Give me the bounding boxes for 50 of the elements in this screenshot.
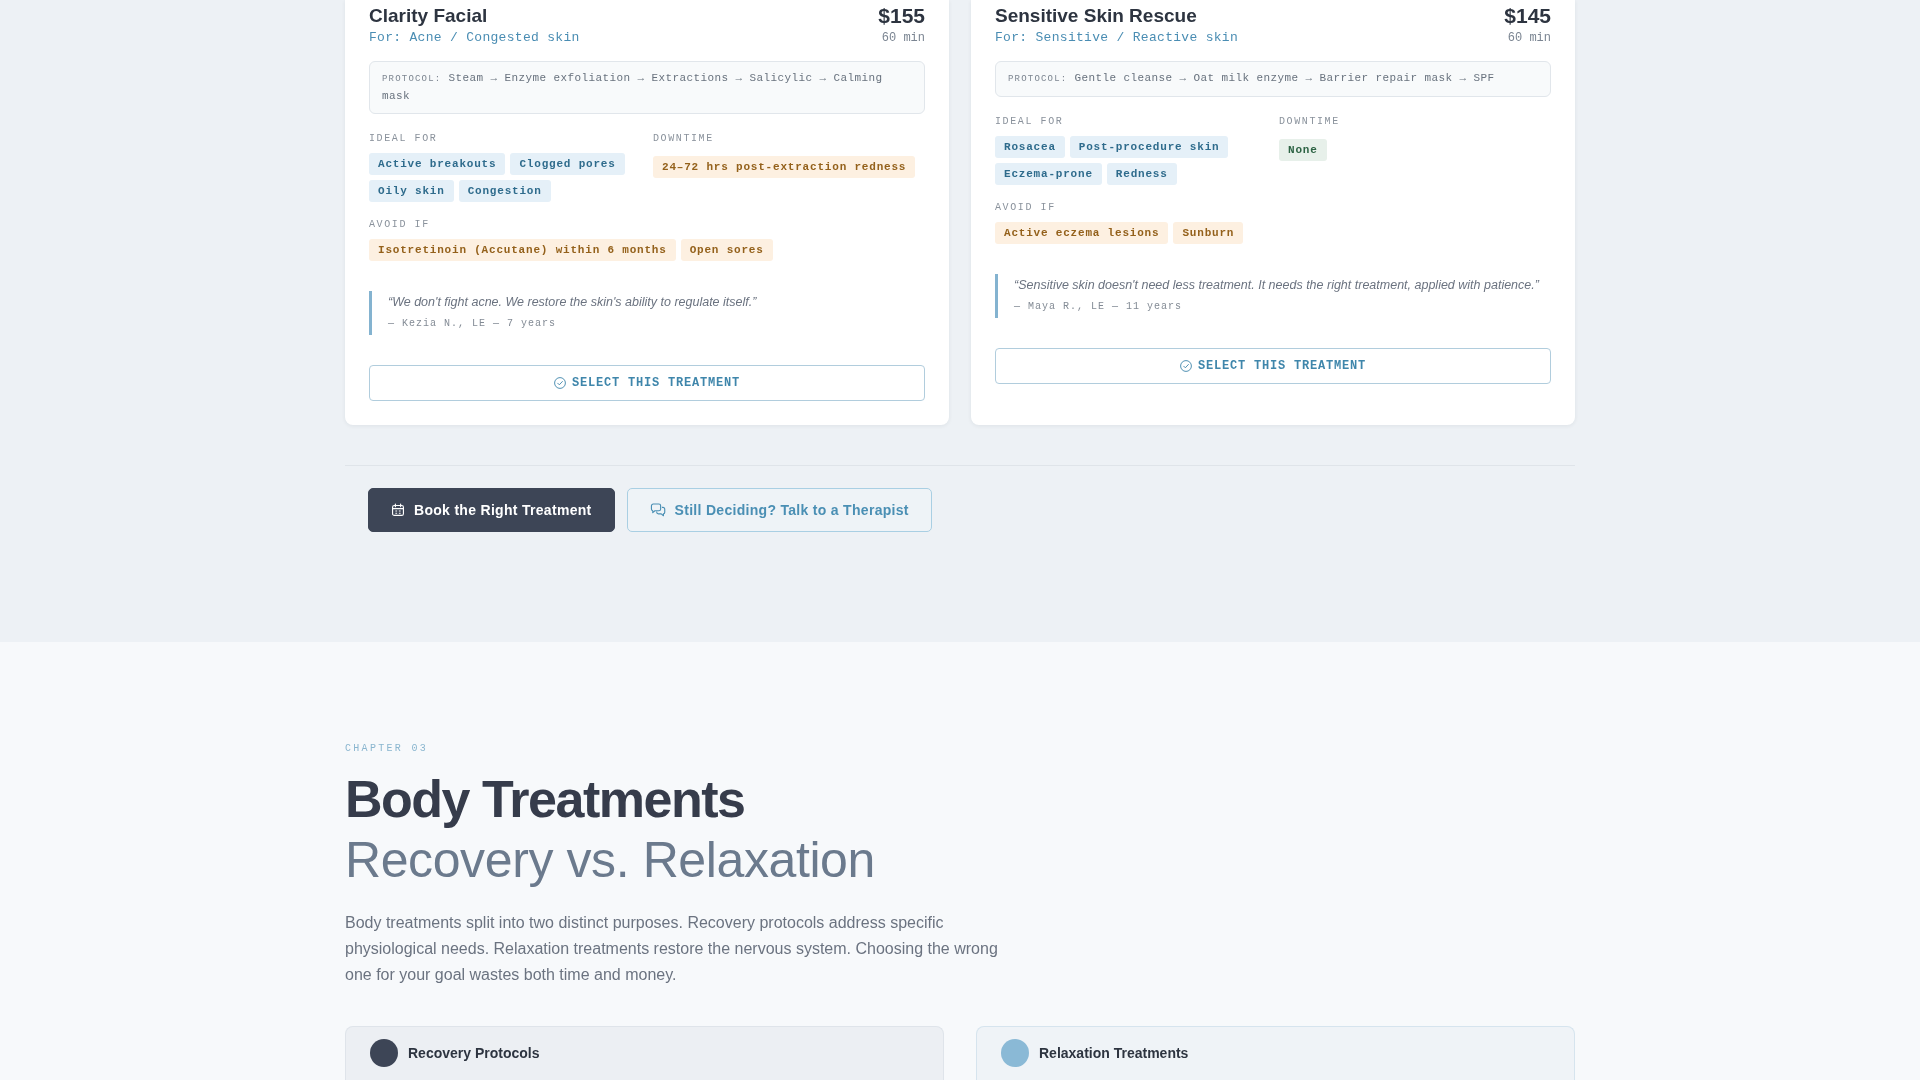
- condition-tag: Eczema-prone: [995, 163, 1102, 185]
- check-circle-icon: [554, 377, 566, 389]
- condition-tag: Post-procedure skin: [1069, 136, 1229, 158]
- target-skin-text: For: Sensitive / Reactive skin: [995, 29, 1239, 47]
- select-treatment-button[interactable]: SELECT THIS TREATMENT: [369, 365, 925, 401]
- price-text: $145: [1504, 4, 1551, 28]
- quote-author: — Maya R., LE — 11 years: [1014, 300, 1184, 314]
- downtime-tag: None: [1279, 139, 1327, 161]
- treatment-title: Clarity Facial: [369, 4, 489, 28]
- select-treatment-button[interactable]: SELECT THIS TREATMENT: [995, 348, 1551, 384]
- section-label: AVOID IF: [369, 218, 431, 231]
- downtime-tag: 24–72 hrs post-extraction redness: [653, 156, 916, 178]
- condition-tag: Active breakouts: [369, 153, 506, 175]
- treatment-title: Sensitive Skin Rescue: [995, 4, 1198, 28]
- contraindication-tag: Isotretinoin (Accutane) within 6 months: [369, 239, 676, 261]
- section-label: IDEAL FOR: [369, 132, 439, 145]
- quote-text: “We don't fight acne. We restore the skin's ability to regulate itself.”: [388, 294, 758, 311]
- chapter-subtitle: Recovery vs. Relaxation: [345, 831, 876, 890]
- book-button[interactable]: Book the Right Treatment: [368, 488, 615, 532]
- condition-tag: Redness: [1106, 163, 1177, 185]
- condition-tag: Rosacea: [995, 136, 1065, 158]
- intro-paragraph: Body treatments split into two distinct purposes. Recovery protocols address specific physiological needs. Relaxation treatments restore the nervous system. Choosing the wrong one for your goal wastes both time and money.: [345, 913, 999, 985]
- quote-text: “Sensitive skin doesn't need less treatment. It needs the right treatment, applied with patience.”: [1014, 277, 1541, 294]
- check-circle-icon: [1180, 360, 1192, 372]
- price-text: $155: [878, 4, 925, 28]
- duration-text: 60 min: [880, 30, 925, 46]
- protocol-note: PROTOCOL: Gentle cleanse → Oat milk enzyme → Barrier repair mask → SPF: [995, 61, 1551, 97]
- quote-author: — Kezia N., LE — 7 years: [388, 317, 558, 331]
- duration-text: 60 min: [1506, 30, 1551, 46]
- category-title: Relaxation Treatments: [1039, 1045, 1189, 1061]
- calendar-icon: [391, 503, 405, 517]
- circle-icon: [370, 1039, 398, 1067]
- protocol-note: PROTOCOL: Steam → Enzyme exfoliation → Extractions → Salicylic → Calming mask: [369, 61, 925, 114]
- section-label: DOWNTIME: [1279, 115, 1341, 128]
- chat-bubbles-icon: [649, 503, 666, 517]
- chapter-title: Body Treatments: [345, 769, 746, 830]
- target-skin-text: For: Acne / Congested skin: [369, 29, 580, 47]
- contraindication-tag: Sunburn: [1173, 222, 1244, 244]
- condition-tag: Clogged pores: [510, 153, 625, 175]
- contraindication-tag: Open sores: [680, 239, 773, 261]
- section-label: DOWNTIME: [653, 132, 715, 145]
- condition-tag: Oily skin: [369, 180, 454, 202]
- talk-button[interactable]: Still Deciding? Talk to a Therapist: [626, 488, 932, 532]
- category-title: Recovery Protocols: [408, 1045, 540, 1061]
- chapter-label: CHAPTER 03: [345, 742, 429, 756]
- condition-tag: Congestion: [458, 180, 551, 202]
- section-label: AVOID IF: [995, 201, 1057, 214]
- circle-icon: [1001, 1039, 1029, 1067]
- section-label: IDEAL FOR: [995, 115, 1065, 128]
- contraindication-tag: Active eczema lesions: [995, 222, 1169, 244]
